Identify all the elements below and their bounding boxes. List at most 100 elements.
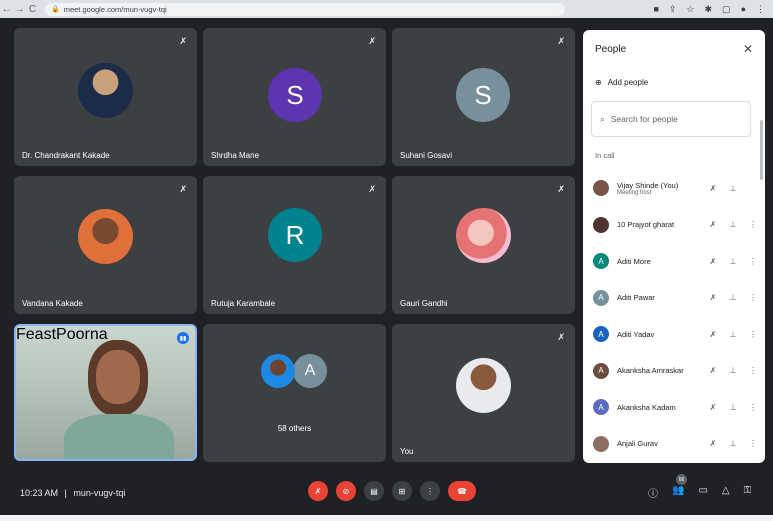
avatar: A bbox=[593, 253, 609, 270]
meeting-time: 10:23 AM bbox=[20, 488, 59, 498]
participant-name: Aditi Yadav bbox=[617, 329, 655, 339]
list-item[interactable]: Anjali Gurav ✗ ⊥ ⋮ bbox=[583, 426, 765, 463]
info-icon[interactable]: ⓘ bbox=[648, 485, 658, 500]
meeting-code: mun-vugv-tqi bbox=[73, 488, 126, 498]
mic-off-icon: ✗ bbox=[709, 183, 717, 193]
address-bar[interactable]: 🔒 meet.google.com/mun-vugv-tqi bbox=[45, 2, 565, 16]
participant-name: Vijay Shinde (You) Meeting host bbox=[617, 180, 679, 196]
mic-off-icon: ✗ bbox=[709, 220, 717, 230]
more-options-icon[interactable]: ⋮ bbox=[743, 439, 763, 448]
list-item[interactable]: 10 Prajyot gharat ✗ ⊥ ⋮ bbox=[583, 207, 765, 244]
participant-count-badge: 66 bbox=[676, 474, 687, 485]
list-item[interactable]: A Aditi More ✗ ⊥ ⋮ bbox=[583, 243, 765, 280]
mic-off-icon: ✗ bbox=[709, 366, 717, 376]
mic-off-icon: ✗ bbox=[557, 184, 565, 194]
pin-icon[interactable]: ⊥ bbox=[723, 220, 743, 229]
pin-icon[interactable]: ⊥ bbox=[723, 366, 743, 375]
extensions-icon[interactable]: ✱ bbox=[705, 4, 713, 15]
avatar bbox=[593, 216, 609, 233]
participant-tile[interactable]: ✗ S Suhani Gosavi bbox=[392, 28, 575, 166]
participant-avatar: R bbox=[268, 208, 322, 262]
chat-icon[interactable]: ▭ bbox=[698, 485, 707, 500]
more-options-icon[interactable]: ⋮ bbox=[743, 330, 763, 339]
self-tile[interactable]: ✗ You bbox=[392, 324, 575, 462]
present-button[interactable]: ⊞ bbox=[392, 481, 412, 501]
taskbar-strip bbox=[0, 515, 773, 521]
list-item[interactable]: A Aditi Yadav ✗ ⊥ ⋮ bbox=[583, 316, 765, 353]
activities-icon[interactable]: △ bbox=[722, 485, 730, 500]
people-icon[interactable]: 👥 bbox=[672, 485, 684, 500]
more-options-icon[interactable]: ⋮ bbox=[743, 257, 763, 266]
call-controls: ✗ ⊘ ▤ ⊞ ⋮ ☎ bbox=[308, 481, 476, 501]
mic-off-icon: ✗ bbox=[709, 439, 717, 449]
add-person-icon: ⊕ bbox=[595, 78, 602, 87]
mic-off-icon: ✗ bbox=[709, 329, 717, 339]
mic-toggle-button[interactable]: ✗ bbox=[308, 481, 328, 501]
pin-icon[interactable]: ⊥ bbox=[723, 293, 743, 302]
more-options-icon[interactable]: ⋮ bbox=[743, 220, 763, 229]
participant-photo bbox=[456, 208, 511, 263]
share-icon[interactable]: ⇪ bbox=[669, 4, 677, 15]
participant-photo bbox=[456, 358, 511, 413]
participant-name: Shrdha Mane bbox=[211, 151, 260, 160]
active-speaker-video[interactable]: ▮▮ FeastPoorna bbox=[14, 324, 197, 461]
more-options-icon[interactable]: ⋮ bbox=[743, 293, 763, 302]
participant-tile[interactable]: ✗ S Shrdha Mane bbox=[203, 28, 386, 166]
reload-button[interactable]: C bbox=[26, 4, 39, 15]
close-icon[interactable]: ✕ bbox=[743, 42, 753, 56]
search-input[interactable]: ⌕ Search for people bbox=[591, 101, 751, 137]
more-options-icon[interactable]: ⋮ bbox=[743, 366, 763, 375]
list-item[interactable]: A Akanksha Amraskar ✗ ⊥ ⋮ bbox=[583, 353, 765, 390]
window-icon[interactable]: ▢ bbox=[722, 4, 731, 15]
pin-icon[interactable]: ⊥ bbox=[723, 330, 743, 339]
camera-indicator-icon[interactable]: ■ bbox=[653, 4, 658, 15]
separator: | bbox=[64, 488, 67, 498]
participant-name: Suhani Gosavi bbox=[400, 151, 453, 160]
panel-title: People bbox=[595, 44, 627, 55]
avatar bbox=[593, 180, 609, 197]
side-controls: ⓘ 👥 ▭ △ ⚿ bbox=[648, 485, 751, 500]
pin-icon[interactable]: ⊥ bbox=[723, 257, 743, 266]
participant-name: Dr. Chandrakant Kakade bbox=[22, 151, 110, 160]
meeting-stage: ✗ Dr. Chandrakant Kakade ✗ S Shrdha Mane… bbox=[0, 18, 773, 521]
list-item[interactable]: A Akanksha Kadam ✗ ⊥ ⋮ bbox=[583, 389, 765, 426]
participant-tile[interactable]: ✗ Gauri Gandhi bbox=[392, 176, 575, 314]
star-icon[interactable]: ☆ bbox=[686, 4, 694, 15]
participant-name: Akanksha Amraskar bbox=[617, 366, 684, 376]
forward-button[interactable]: → bbox=[13, 4, 26, 15]
camera-toggle-button[interactable]: ⊘ bbox=[336, 481, 356, 501]
pin-icon[interactable]: ⊥ bbox=[723, 184, 743, 193]
captions-button[interactable]: ▤ bbox=[364, 481, 384, 501]
meeting-info: 10:23 AM | mun-vugv-tqi bbox=[20, 488, 125, 498]
profile-icon[interactable]: ● bbox=[741, 4, 746, 15]
search-icon: ⌕ bbox=[600, 113, 605, 124]
add-people-button[interactable]: ⊕ Add people bbox=[595, 78, 648, 87]
pin-icon[interactable]: ⊥ bbox=[723, 403, 743, 412]
participant-name: Anjali Gurav bbox=[617, 439, 658, 449]
menu-icon[interactable]: ⋮ bbox=[756, 4, 765, 15]
add-people-label: Add people bbox=[607, 78, 649, 87]
more-options-button[interactable]: ⋮ bbox=[420, 481, 440, 501]
more-options-icon[interactable]: ⋮ bbox=[743, 403, 763, 412]
participant-tile[interactable]: ✗ R Rutuja Karambale bbox=[203, 176, 386, 314]
end-call-button[interactable]: ☎ bbox=[448, 481, 476, 501]
mic-off-icon: ✗ bbox=[709, 402, 717, 412]
speaker-face bbox=[96, 350, 140, 404]
others-tile[interactable]: A 58 others bbox=[203, 324, 386, 462]
participant-tile[interactable]: ✗ Dr. Chandrakant Kakade bbox=[14, 28, 197, 166]
participant-name: Aditi More bbox=[617, 256, 651, 266]
back-button[interactable]: ← bbox=[0, 4, 13, 15]
pin-icon[interactable]: ⊥ bbox=[723, 439, 743, 448]
mic-off-icon: ✗ bbox=[368, 36, 376, 46]
avatar: A bbox=[593, 362, 609, 379]
list-item[interactable]: A Aditi Pawar ✗ ⊥ ⋮ bbox=[583, 280, 765, 317]
participant-tile[interactable]: ✗ Vandana Kakade bbox=[14, 176, 197, 314]
mic-off-icon: ✗ bbox=[709, 256, 717, 266]
browser-extension-icons: ■ ⇪ ☆ ✱ ▢ ● ⋮ bbox=[653, 4, 773, 15]
participant-photo bbox=[78, 63, 133, 118]
others-count: 58 others bbox=[277, 424, 312, 433]
participant-list: Vijay Shinde (You) Meeting host ✗ ⊥ 10 Pr… bbox=[583, 170, 765, 462]
participant-avatar: A bbox=[293, 354, 327, 388]
host-controls-icon[interactable]: ⚿ bbox=[744, 485, 752, 500]
list-item[interactable]: Vijay Shinde (You) Meeting host ✗ ⊥ bbox=[583, 170, 765, 207]
